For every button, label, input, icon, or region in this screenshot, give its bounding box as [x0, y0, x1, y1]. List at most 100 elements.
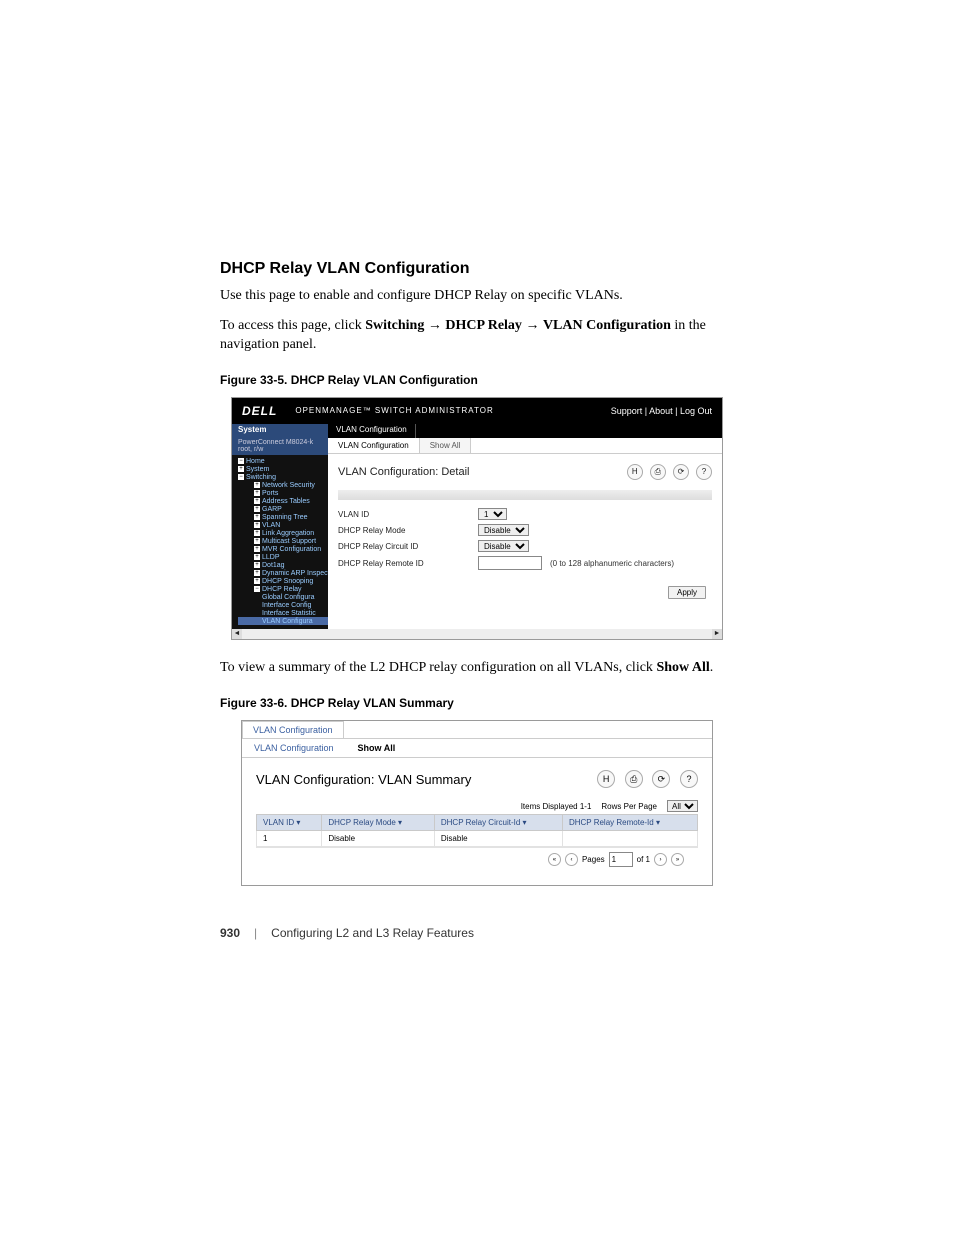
remote-id-label: DHCP Relay Remote ID [338, 559, 478, 568]
breadcrumb: VLAN Configuration [328, 424, 416, 438]
horizontal-scrollbar[interactable]: ◄ ► [232, 629, 722, 639]
page-input[interactable] [609, 852, 633, 867]
headtab-vlan-configuration[interactable]: VLAN Configuration [242, 721, 344, 738]
mid-bold: Show All [656, 660, 709, 675]
access-prefix: To access this page, click [220, 318, 365, 333]
access-dhcp-relay: DHCP Relay [445, 318, 522, 333]
nav-dhcp-snooping[interactable]: +DHCP Snooping [238, 577, 328, 585]
table-row: 1 Disable Disable [257, 831, 698, 847]
tab2-show-all[interactable]: Show All [346, 739, 408, 757]
nav-vlan-config[interactable]: VLAN Configura [238, 617, 328, 625]
access-arrow2: → [522, 318, 543, 333]
sort-icon: ▾ [296, 818, 300, 827]
vlan-id-label: VLAN ID [338, 510, 478, 519]
relay-mode-select[interactable]: Disable [478, 524, 529, 536]
nav-switching[interactable]: −Switching [238, 473, 328, 481]
print-icon[interactable]: ⎙ [625, 770, 643, 788]
relay-mode-label: DHCP Relay Mode [338, 526, 478, 535]
sidebar-subheader: PowerConnect M8024-k root, r/w [232, 438, 328, 455]
nav-lldp[interactable]: +LLDP [238, 553, 328, 561]
nav-vlan[interactable]: +VLAN [238, 521, 328, 529]
nav-interface-config[interactable]: Interface Config [238, 601, 328, 609]
apply-button[interactable]: Apply [668, 586, 706, 599]
summary-headtabs: VLAN Configuration [242, 721, 712, 738]
nav-dhcp-relay[interactable]: −DHCP Relay [238, 585, 328, 593]
panel-title-row: VLAN Configuration: Detail H ⎙ ⟳ ? [328, 454, 722, 491]
page-next-icon[interactable]: › [654, 853, 667, 866]
scroll-left-icon[interactable]: ◄ [232, 629, 242, 639]
footer-divider: | [254, 926, 257, 940]
nav-address-tables[interactable]: +Address Tables [238, 497, 328, 505]
sidebar: PowerConnect M8024-k root, r/w −Home +Sy… [232, 438, 328, 630]
cell-circuit-id: Disable [434, 831, 562, 847]
minus-icon: − [254, 586, 260, 592]
intro-text: Use this page to enable and configure DH… [220, 286, 734, 306]
nav-mvr-configuration[interactable]: +MVR Configuration [238, 545, 328, 553]
plus-icon: + [254, 482, 260, 488]
screenshot-vlan-config-detail: DELL OPENMANAGE™ SWITCH ADMINISTRATOR Su… [231, 397, 723, 641]
plus-icon: + [254, 546, 260, 552]
plus-icon: + [254, 498, 260, 504]
pages-of: of 1 [637, 855, 650, 864]
tab-vlan-configuration[interactable]: VLAN Configuration [328, 438, 420, 453]
plus-icon: + [238, 466, 244, 472]
refresh-icon[interactable]: ⟳ [673, 464, 689, 480]
plus-icon: + [254, 514, 260, 520]
nav-network-security[interactable]: +Network Security [238, 481, 328, 489]
chapter-title: Configuring L2 and L3 Relay Features [271, 926, 474, 940]
col-relay-mode[interactable]: DHCP Relay Mode ▾ [322, 815, 435, 831]
mid-suffix: . [710, 660, 714, 675]
plus-icon: + [254, 522, 260, 528]
remote-id-input[interactable] [478, 556, 542, 570]
col-circuit-id[interactable]: DHCP Relay Circuit-Id ▾ [434, 815, 562, 831]
nav-ports[interactable]: +Ports [238, 489, 328, 497]
sort-icon: ▾ [656, 818, 660, 827]
nav-global-config[interactable]: Global Configura [238, 593, 328, 601]
nav-interface-stats[interactable]: Interface Statistic [238, 609, 328, 617]
help-icon[interactable]: ? [680, 770, 698, 788]
vlan-id-select[interactable]: 1 [478, 508, 507, 520]
refresh-icon[interactable]: ⟳ [652, 770, 670, 788]
col-remote-id[interactable]: DHCP Relay Remote-Id ▾ [562, 815, 697, 831]
pager: « ‹ Pages of 1 › » [256, 847, 698, 871]
summary-table: VLAN ID ▾ DHCP Relay Mode ▾ DHCP Relay C… [256, 814, 698, 847]
nav-dot1ag[interactable]: +Dot1ag [238, 561, 328, 569]
sidebar-header: System [232, 424, 328, 438]
nav-link-aggregation[interactable]: +Link Aggregation [238, 529, 328, 537]
nav-multicast-support[interactable]: +Multicast Support [238, 537, 328, 545]
tab-bar: VLAN Configuration Show All [328, 438, 722, 454]
screenshot-vlan-summary: VLAN Configuration VLAN Configuration Sh… [241, 720, 713, 887]
plus-icon: + [254, 538, 260, 544]
row-remote-id: DHCP Relay Remote ID (0 to 128 alphanume… [328, 554, 722, 572]
rows-per-page-select[interactable]: All [667, 800, 698, 812]
plus-icon: + [254, 554, 260, 560]
top-links[interactable]: Support | About | Log Out [611, 406, 712, 416]
col-vlan-id[interactable]: VLAN ID ▾ [257, 815, 322, 831]
figure-33-6-caption: Figure 33-6. DHCP Relay VLAN Summary [220, 696, 734, 710]
plus-icon: + [254, 562, 260, 568]
pages-label: Pages [582, 855, 605, 864]
nav-spanning-tree[interactable]: +Spanning Tree [238, 513, 328, 521]
save-icon[interactable]: H [597, 770, 615, 788]
items-displayed: Items Displayed 1-1 [521, 802, 592, 811]
tab2-vlan-configuration[interactable]: VLAN Configuration [242, 739, 346, 757]
circuit-id-select[interactable]: Disable [478, 540, 529, 552]
save-icon[interactable]: H [627, 464, 643, 480]
mid-text: To view a summary of the L2 DHCP relay c… [220, 658, 734, 678]
table-meta: Items Displayed 1-1 Rows Per Page All [242, 800, 712, 814]
nav-dynamic-arp[interactable]: +Dynamic ARP Inspection [238, 569, 328, 577]
nav-garp[interactable]: +GARP [238, 505, 328, 513]
access-switching: Switching [365, 318, 424, 333]
page-last-icon[interactable]: » [671, 853, 684, 866]
scroll-right-icon[interactable]: ► [712, 629, 722, 639]
plus-icon: + [254, 506, 260, 512]
page-first-icon[interactable]: « [548, 853, 561, 866]
print-icon[interactable]: ⎙ [650, 464, 666, 480]
page-prev-icon[interactable]: ‹ [565, 853, 578, 866]
nav-home[interactable]: −Home [238, 457, 328, 465]
nav-system[interactable]: +System [238, 465, 328, 473]
help-icon[interactable]: ? [696, 464, 712, 480]
plus-icon: + [254, 570, 260, 576]
tab-show-all[interactable]: Show All [420, 438, 472, 453]
cell-relay-mode: Disable [322, 831, 435, 847]
